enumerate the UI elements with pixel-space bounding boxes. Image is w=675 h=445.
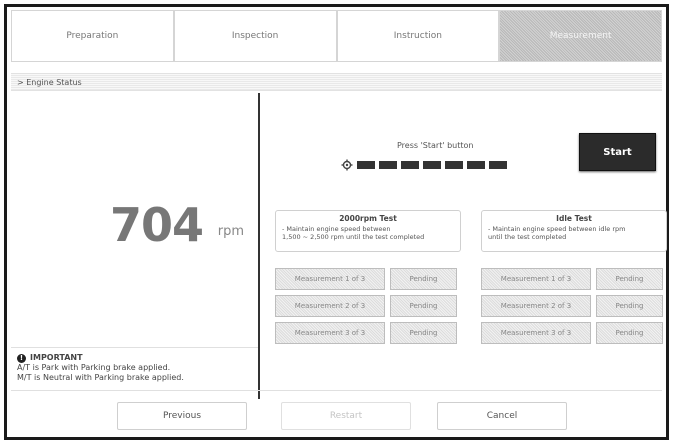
previous-button[interactable]: Previous — [117, 402, 247, 430]
tab-instruction[interactable]: Instruction — [336, 10, 500, 62]
notice-line: M/T is Neutral with Parking brake applie… — [17, 373, 184, 382]
test-desc: - Maintain engine speed between idle rpm — [488, 225, 626, 233]
test-title: 2000rpm Test — [339, 214, 397, 223]
progress-segment — [423, 161, 441, 169]
measurement-grid-idle: Measurement 1 of 3 Pending Measurement 2… — [481, 268, 663, 344]
test-desc: - Maintain engine speed between — [282, 225, 391, 233]
notice-line: A/T is Park with Parking brake applied. — [17, 363, 171, 372]
measurement-grid-2000rpm: Measurement 1 of 3 Pending Measurement 2… — [275, 268, 457, 344]
tab-measurement[interactable]: Measurement — [499, 10, 662, 62]
progress-segment — [489, 161, 507, 169]
restart-button[interactable]: Restart — [281, 402, 411, 430]
info-icon: ! — [17, 353, 26, 363]
measurement-status: Pending — [390, 322, 457, 344]
measurement-status: Pending — [390, 295, 457, 317]
progress-segment — [445, 161, 463, 169]
measurement-label: Measurement 1 of 3 — [481, 268, 591, 290]
footer-bar: Previous Restart Cancel — [11, 390, 662, 433]
test-card-idle: Idle Test - Maintain engine speed betwee… — [481, 210, 667, 252]
notice-title: IMPORTANT — [30, 353, 83, 362]
progress-segment — [467, 161, 485, 169]
measurement-label: Measurement 2 of 3 — [481, 295, 591, 317]
measurement-status: Pending — [596, 295, 663, 317]
progress-segment — [401, 161, 419, 169]
test-desc: 1,500 ~ 2,500 rpm until the test complet… — [282, 233, 425, 241]
test-title: Idle Test — [556, 214, 592, 223]
rpm-panel: 704 rpm ! IMPORTANT A/T is Park with Par… — [11, 93, 260, 399]
progress-segment — [379, 161, 397, 169]
tab-preparation[interactable]: Preparation — [11, 10, 174, 62]
app-window: Preparation Inspection Instruction Measu… — [4, 4, 669, 440]
measurement-label: Measurement 1 of 3 — [275, 268, 385, 290]
measurement-label: Measurement 3 of 3 — [481, 322, 591, 344]
start-button[interactable]: Start — [579, 133, 656, 171]
measurement-label: Measurement 3 of 3 — [275, 322, 385, 344]
engine-status-label: > Engine Status — [17, 77, 82, 87]
measurement-status: Pending — [390, 268, 457, 290]
rpm-value: 704 — [109, 198, 204, 252]
test-desc: until the test completed — [488, 233, 567, 241]
test-card-2000rpm: 2000rpm Test - Maintain engine speed bet… — [275, 210, 461, 252]
cancel-button[interactable]: Cancel — [437, 402, 567, 430]
tab-inspection[interactable]: Inspection — [173, 10, 337, 62]
progress-segment — [357, 161, 375, 169]
progress-indicator — [341, 159, 507, 171]
engine-status-bar[interactable]: > Engine Status — [11, 73, 662, 91]
start-prompt: Press 'Start' button — [397, 141, 474, 150]
rpm-unit: rpm — [217, 224, 244, 239]
test-panel: Press 'Start' button Start 2000rpm Test … — [263, 93, 667, 399]
measurement-status: Pending — [596, 322, 663, 344]
step-tabs: Preparation Inspection Instruction Measu… — [11, 10, 662, 62]
measurement-label: Measurement 2 of 3 — [275, 295, 385, 317]
measurement-status: Pending — [596, 268, 663, 290]
gear-icon — [341, 159, 353, 171]
